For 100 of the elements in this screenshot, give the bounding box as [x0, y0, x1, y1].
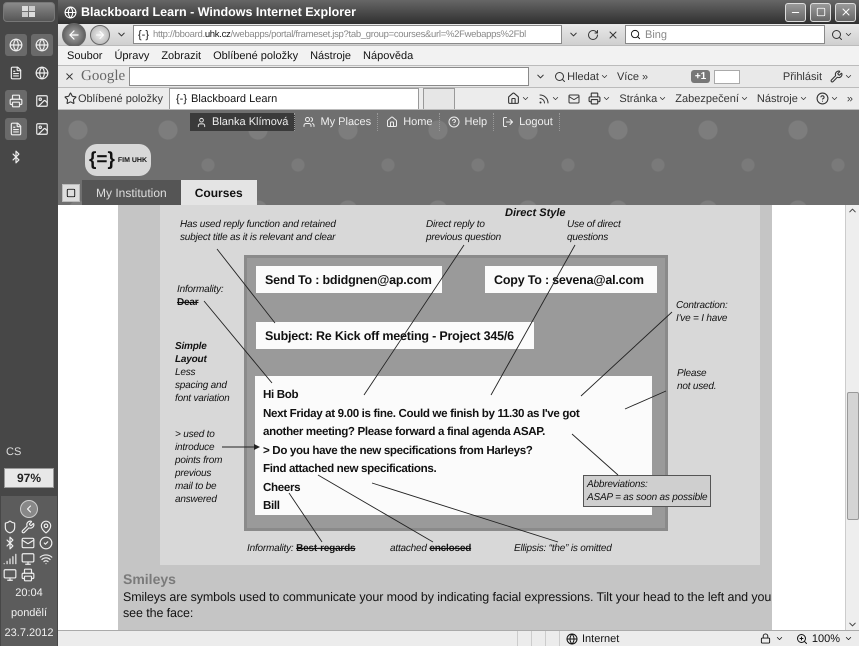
printer-icon — [588, 92, 602, 105]
caret-icon — [798, 94, 808, 103]
zoom-button[interactable]: 100% — [790, 632, 859, 644]
annotation-note: Simple Layout Less spacing and font variation — [175, 340, 230, 405]
header-link[interactable]: Home — [380, 113, 440, 131]
address-field[interactable]: {-} http://bboard.uhk.cz/webapps/portal/frameset.jsp?tab_group=courses&url=%2Fwebapps%2Fbl — [133, 25, 562, 44]
image-icon — [35, 122, 49, 136]
site-tab[interactable]: My Institution — [82, 180, 181, 205]
leader-arrow — [222, 444, 260, 450]
google-search-field[interactable] — [129, 67, 530, 86]
menu-item[interactable]: Úpravy — [109, 50, 154, 62]
message-line: > Do you have the new specifications from Harleys? — [263, 442, 533, 458]
frame-icon — [66, 188, 76, 198]
home-icon — [386, 116, 398, 128]
search-button[interactable]: Hledat — [552, 68, 611, 86]
search-provider-icon — [630, 29, 641, 40]
plus-one-button[interactable]: +1 — [690, 70, 710, 83]
lock-icon — [760, 633, 771, 644]
printer-icon — [9, 94, 23, 108]
shield-icon — [3, 520, 17, 534]
message-line: Bill — [263, 498, 280, 514]
person-icon — [196, 116, 207, 128]
message-line: Next Friday at 9.00 is fine. Could we finish by 11.30 as I've got — [263, 406, 580, 422]
search-icon — [831, 28, 843, 40]
menu-item[interactable]: Nápověda — [358, 50, 418, 62]
annotation-note: attached enclosed — [390, 542, 472, 555]
menu-item[interactable]: Oblíbené položky — [208, 50, 304, 62]
language-indicator[interactable]: CS — [6, 446, 22, 458]
more-button[interactable]: Více » — [614, 68, 650, 86]
figure-title: Direct Style — [505, 207, 566, 219]
quick-launch-button[interactable] — [31, 34, 53, 56]
annotation-note: Use of direct questions — [567, 218, 621, 244]
security-zone[interactable]: Internet — [560, 632, 626, 644]
envelope-icon — [21, 536, 35, 550]
overflow-button[interactable]: » — [844, 90, 855, 108]
show-hidden-icons-button[interactable] — [20, 500, 38, 518]
scroll-thumb[interactable] — [846, 392, 858, 520]
command-menu-button[interactable]: Nástroje — [754, 90, 810, 108]
clock-time: 20:04 — [15, 586, 43, 601]
maximize-button[interactable] — [810, 2, 831, 22]
section-heading: Smileys — [123, 571, 176, 587]
logo-mark: {=} — [88, 149, 115, 171]
tabs-toggle-button[interactable] — [62, 184, 80, 202]
globe-icon — [566, 632, 578, 644]
sign-in-button[interactable]: Přihlásit — [780, 68, 824, 86]
section-paragraph: Smileys are symbols used to communicate your mood by indicating facial expressions. Tilt your head to the left and you see the face: — [123, 589, 772, 621]
command-menu-button[interactable]: Zabezpečení — [673, 90, 751, 108]
message-line: Hi Bob — [263, 387, 298, 403]
people-icon — [303, 116, 316, 128]
home-icon — [507, 92, 520, 105]
window-title: Blackboard Learn - Windows Internet Explorer — [81, 5, 357, 19]
search-icon — [554, 70, 566, 82]
globe-icon — [35, 38, 49, 52]
menu-item[interactable]: Zobrazit — [156, 50, 206, 62]
wrench-icon — [830, 70, 843, 83]
wrench-icon — [21, 520, 35, 534]
refresh-icon — [587, 28, 599, 40]
menu-item[interactable]: Soubor — [62, 50, 108, 62]
site-tab[interactable]: Courses — [180, 180, 257, 205]
annotation-note: Contraction: I've = I have — [676, 299, 728, 325]
help-icon — [448, 116, 460, 128]
user-link[interactable]: Blanka Klímová — [190, 113, 296, 131]
command-menu-button[interactable]: Stránka — [617, 90, 670, 108]
toolbar-logo: Google — [81, 68, 126, 85]
header-link[interactable]: My Places — [297, 113, 378, 131]
battery-meter: 97% — [4, 468, 54, 488]
check-icon — [39, 536, 53, 550]
favorites-button[interactable]: Oblíbené položky — [62, 90, 165, 108]
globe-icon — [35, 66, 49, 80]
quick-launch-button[interactable] — [5, 118, 27, 140]
menu-item[interactable]: Nástroje — [305, 50, 356, 62]
close-icon — [840, 6, 852, 18]
vertical-scrollbar[interactable] — [845, 205, 859, 630]
forward-button[interactable] — [90, 24, 110, 44]
note-box: Abbreviations: ASAP = as soon as possible — [583, 475, 712, 507]
minimize-button[interactable] — [785, 2, 806, 22]
close-button[interactable] — [835, 2, 856, 22]
caret-icon — [830, 94, 839, 103]
search-field[interactable]: Bing — [625, 25, 825, 44]
annotation-note: Informality: Dear — [177, 283, 224, 309]
caret-icon — [844, 30, 853, 39]
quick-launch-button[interactable] — [5, 90, 27, 112]
annotation-note: Please not used. — [677, 367, 716, 393]
caret-icon — [658, 94, 668, 103]
signal-icon — [3, 552, 17, 566]
close-icon — [64, 71, 75, 82]
zoom-icon — [796, 632, 808, 644]
quick-launch-button[interactable] — [5, 34, 27, 56]
arrow-right-icon — [94, 28, 106, 40]
back-button[interactable] — [62, 22, 86, 46]
document-icon — [9, 122, 23, 136]
start-button[interactable] — [3, 2, 55, 22]
browser-icon — [64, 6, 77, 18]
caret-icon — [600, 72, 609, 81]
annotation-note: Has used reply function and retained subject title as it is relevant and clear — [180, 218, 336, 244]
browser-tab[interactable]: {-} Blackboard Learn — [169, 88, 419, 109]
annotation-note: > used to introduce points from previous mail to be answered — [175, 428, 222, 506]
header-link[interactable]: Logout — [496, 113, 560, 131]
header-link[interactable]: Help — [442, 113, 494, 131]
pin-icon — [39, 520, 53, 534]
